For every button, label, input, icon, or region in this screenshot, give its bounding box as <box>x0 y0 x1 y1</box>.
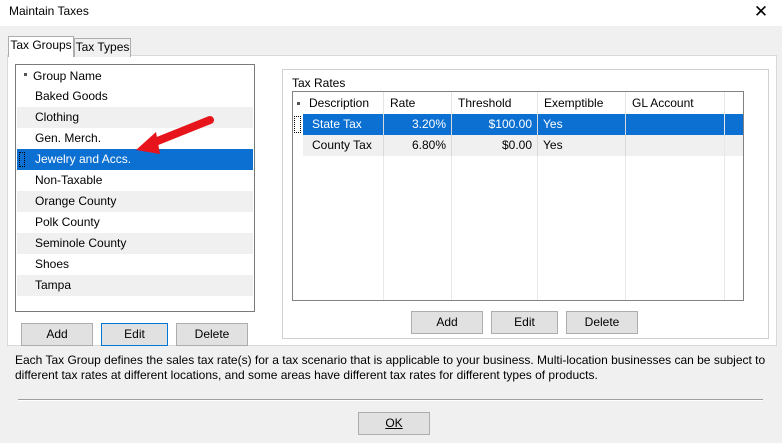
row-focus-marker <box>19 152 25 167</box>
close-icon[interactable]: ✕ <box>748 0 774 25</box>
cell-rate: 3.20% <box>384 114 452 135</box>
tab-tax-groups[interactable]: Tax Groups <box>8 36 74 57</box>
column-header-description[interactable]: Description <box>303 92 384 114</box>
tax-group-list[interactable]: Group Name Baked Goods Clothing Gen. Mer… <box>15 64 255 312</box>
header-marker <box>297 102 300 105</box>
add-group-button[interactable]: Add <box>21 323 93 346</box>
table-row[interactable]: County Tax 6.80% $0.00 Yes <box>303 135 743 156</box>
grid-line <box>451 156 452 300</box>
help-description: Each Tax Group defines the sales tax rat… <box>15 353 766 382</box>
tab-tax-types[interactable]: Tax Types <box>74 38 131 57</box>
row-focus-marker <box>294 116 301 133</box>
grid-corner <box>293 92 303 114</box>
header-marker <box>24 73 27 76</box>
edit-group-button[interactable]: Edit <box>101 323 168 346</box>
column-header-threshold[interactable]: Threshold <box>452 92 538 114</box>
list-item[interactable]: Tampa <box>17 275 253 296</box>
cell-gl-account <box>626 114 725 135</box>
cell-gl-account <box>626 135 725 156</box>
delete-group-button[interactable]: Delete <box>176 323 248 346</box>
list-item[interactable]: Baked Goods <box>17 86 253 107</box>
window-title: Maintain Taxes <box>9 4 89 18</box>
list-item[interactable]: Non-Taxable <box>17 170 253 191</box>
tab-label: Tax Types <box>75 40 130 54</box>
cell-threshold: $0.00 <box>452 135 538 156</box>
cell-exemptible: Yes <box>538 135 626 156</box>
list-item[interactable]: Orange County <box>17 191 253 212</box>
column-header-gl-account[interactable]: GL Account <box>626 92 725 114</box>
list-item[interactable]: Polk County <box>17 212 253 233</box>
cell-threshold: $100.00 <box>452 114 538 135</box>
grid-line <box>537 156 538 300</box>
ok-button[interactable]: OK <box>358 412 430 435</box>
column-header-exemptible[interactable]: Exemptible <box>538 92 626 114</box>
table-row-selected[interactable]: State Tax 3.20% $100.00 Yes <box>303 114 743 135</box>
add-rate-button[interactable]: Add <box>411 311 483 334</box>
delete-rate-button[interactable]: Delete <box>566 311 638 334</box>
grid-line <box>383 156 384 300</box>
list-item[interactable]: Shoes <box>17 254 253 275</box>
cell-exemptible: Yes <box>538 114 626 135</box>
tax-rates-label: Tax Rates <box>291 76 347 90</box>
separator <box>18 399 763 401</box>
cell-description: County Tax <box>303 135 384 156</box>
edit-rate-button[interactable]: Edit <box>491 311 558 334</box>
group-name-header: Group Name <box>33 69 102 83</box>
column-header-rate[interactable]: Rate <box>384 92 452 114</box>
list-item[interactable]: Seminole County <box>17 233 253 254</box>
tab-label: Tax Groups <box>10 38 72 52</box>
grid-line <box>625 156 626 300</box>
grid-line <box>724 92 725 300</box>
cell-rate: 6.80% <box>384 135 452 156</box>
annotation-arrow-icon <box>136 116 214 154</box>
cell-description: State Tax <box>303 114 384 135</box>
tax-rates-grid[interactable]: Description Rate Threshold Exemptible GL… <box>292 91 744 301</box>
list-header: Group Name <box>16 65 254 86</box>
title-bar <box>0 0 782 26</box>
